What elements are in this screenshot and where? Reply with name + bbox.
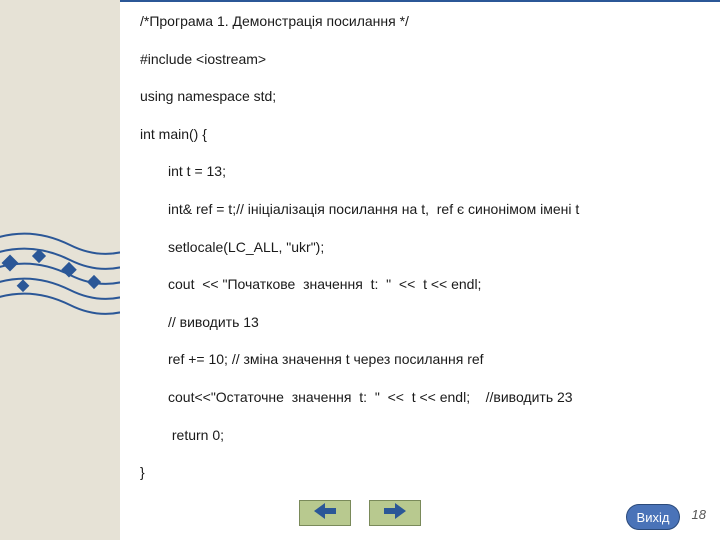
exit-label: Вихід	[637, 510, 670, 525]
code-line: return 0;	[140, 426, 690, 446]
code-line: /*Програма 1. Демонстрація посилання */	[140, 12, 690, 32]
code-line: int& ref = t;// ініціалізація посилання …	[140, 200, 690, 220]
decor-pattern	[0, 230, 120, 315]
next-button[interactable]	[369, 500, 421, 526]
code-line: int main() {	[140, 125, 690, 145]
code-line: setlocale(LC_ALL, "ukr");	[140, 238, 690, 258]
arrow-left-icon	[314, 503, 336, 524]
code-line: using namespace std;	[140, 87, 690, 107]
code-line: int t = 13;	[140, 162, 690, 182]
left-decor-strip	[0, 0, 120, 540]
code-line: ref += 10; // зміна значення t через пос…	[140, 350, 690, 370]
code-line: cout << "Початкове значення t: " << t <<…	[140, 275, 690, 295]
exit-button[interactable]: Вихід	[626, 504, 680, 530]
code-block: /*Програма 1. Демонстрація посилання */ …	[140, 12, 690, 490]
nav-controls	[0, 496, 720, 530]
arrow-right-icon	[384, 503, 406, 524]
slide: /*Програма 1. Демонстрація посилання */ …	[0, 0, 720, 540]
top-border	[120, 0, 720, 2]
prev-button[interactable]	[299, 500, 351, 526]
code-line: // виводить 13	[140, 313, 690, 333]
code-line: cout<<"Остаточне значення t: " << t << e…	[140, 388, 690, 408]
code-line: #include <iostream>	[140, 50, 690, 70]
code-line: }	[140, 463, 690, 483]
